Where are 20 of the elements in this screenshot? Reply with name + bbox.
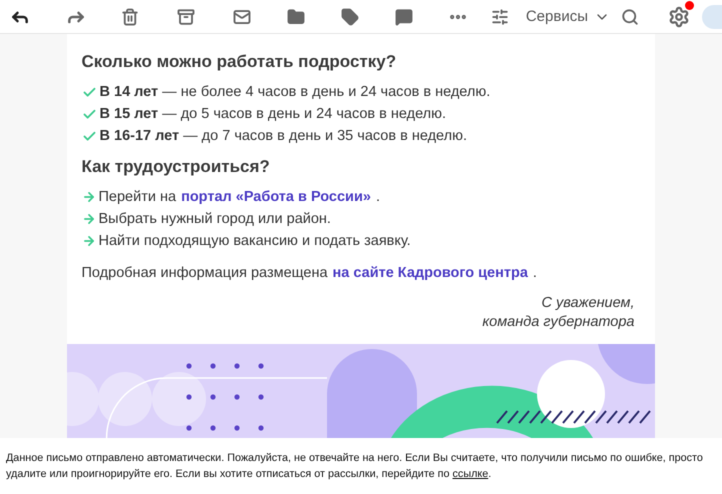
link[interactable]: ссылке [452, 468, 488, 480]
link[interactable]: на сайте Кадрового центра [332, 262, 528, 284]
link[interactable]: портал «Работа в России» [181, 186, 371, 208]
text: В 16-17 лет — до 7 часов в день и 35 часов в неделю. [100, 127, 467, 146]
text: . [488, 468, 492, 480]
section-heading: Сколько можно работать подростку? [82, 52, 398, 72]
text: удалите или проигнорируйте его. Если вы хотите отписаться от рассылки, перейдите по [6, 468, 450, 480]
text: . [532, 264, 537, 283]
text: Перейти на [98, 188, 176, 207]
text: Найти подходящую вакансию и подать заявку. [98, 232, 411, 251]
services-menu[interactable]: Сервисы [526, 8, 610, 25]
text: Выбрать нужный город или район. [98, 210, 331, 229]
section-heading: Как трудоустроиться? [82, 157, 271, 177]
text: . [376, 188, 380, 207]
text: В 14 лет — не более 4 часов в день и 24 часов в неделю. [100, 83, 490, 102]
text: Данное письмо отправлено автоматически. Пожалуйста, не отвечайте на него. Если Вы считаете, что получили письмо по ошибке, просто [6, 452, 703, 464]
signature-line: команда губернатора [481, 313, 634, 332]
text: Подробная информация размещена [82, 264, 328, 283]
text: В 15 лет — до 5 часов в день и 24 часов в неделю. [100, 105, 446, 124]
signature-line: С уважением, [540, 294, 634, 313]
